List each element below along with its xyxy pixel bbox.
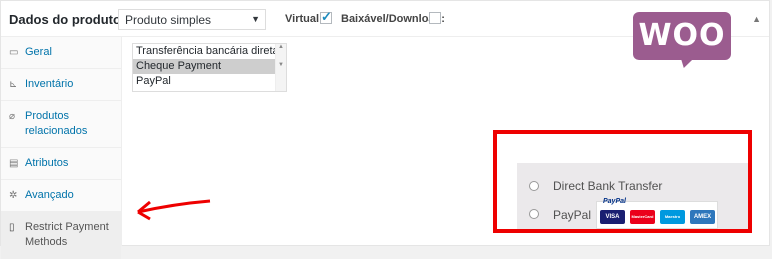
payment-methods-listbox[interactable]: Transferência bancária direta Cheque Pay… — [132, 43, 287, 92]
virtual-label: Virtual: — [285, 13, 323, 25]
chevron-down-icon: ▼ — [251, 14, 260, 24]
tab-label: Inventário — [25, 78, 74, 90]
document-icon: ▯ — [9, 222, 15, 233]
tab-linked-products[interactable]: ⌀ Produtos relacionados — [1, 101, 121, 148]
list-item[interactable]: Cheque Payment — [133, 59, 286, 74]
virtual-checkbox[interactable] — [320, 9, 332, 25]
tab-label: Geral — [25, 46, 52, 58]
product-type-select[interactable]: Produto simples ▼ — [118, 9, 266, 30]
tab-label: Restrict Payment Methods — [25, 221, 109, 248]
tab-label: Avançado — [25, 189, 74, 201]
tab-restrict-payment[interactable]: ▯ Restrict Payment Methods — [1, 212, 121, 259]
link-icon: ⌀ — [9, 111, 16, 122]
list-item[interactable]: Transferência bancária direta — [133, 44, 286, 59]
annotation-arrow-icon — [137, 199, 211, 221]
product-type-value: Produto simples — [125, 13, 212, 27]
tab-label: Atributos — [25, 157, 69, 169]
collapse-arrow-icon[interactable]: ▲ — [752, 14, 761, 24]
list-item[interactable]: PayPal — [133, 74, 286, 89]
tab-inventory[interactable]: ⊾ Inventário — [1, 69, 121, 101]
highlight-box — [493, 130, 752, 233]
wrench-icon: ▭ — [9, 47, 19, 58]
scrollbar[interactable]: ▲ ▼ — [275, 44, 286, 91]
chart-icon: ⊾ — [9, 79, 18, 90]
tab-attributes[interactable]: ▤ Atributos — [1, 148, 121, 180]
tab-general[interactable]: ▭ Geral — [1, 37, 121, 69]
tab-advanced[interactable]: ✲ Avançado — [1, 180, 121, 212]
woocommerce-logo: WOO — [633, 12, 731, 60]
product-tabs: ▭ Geral ⊾ Inventário ⌀ Produtos relacion… — [1, 37, 122, 259]
gear-icon: ✲ — [9, 190, 18, 201]
tab-label: Produtos relacionados — [25, 110, 88, 137]
list-icon: ▤ — [9, 158, 19, 169]
download-checkbox[interactable] — [429, 12, 441, 24]
